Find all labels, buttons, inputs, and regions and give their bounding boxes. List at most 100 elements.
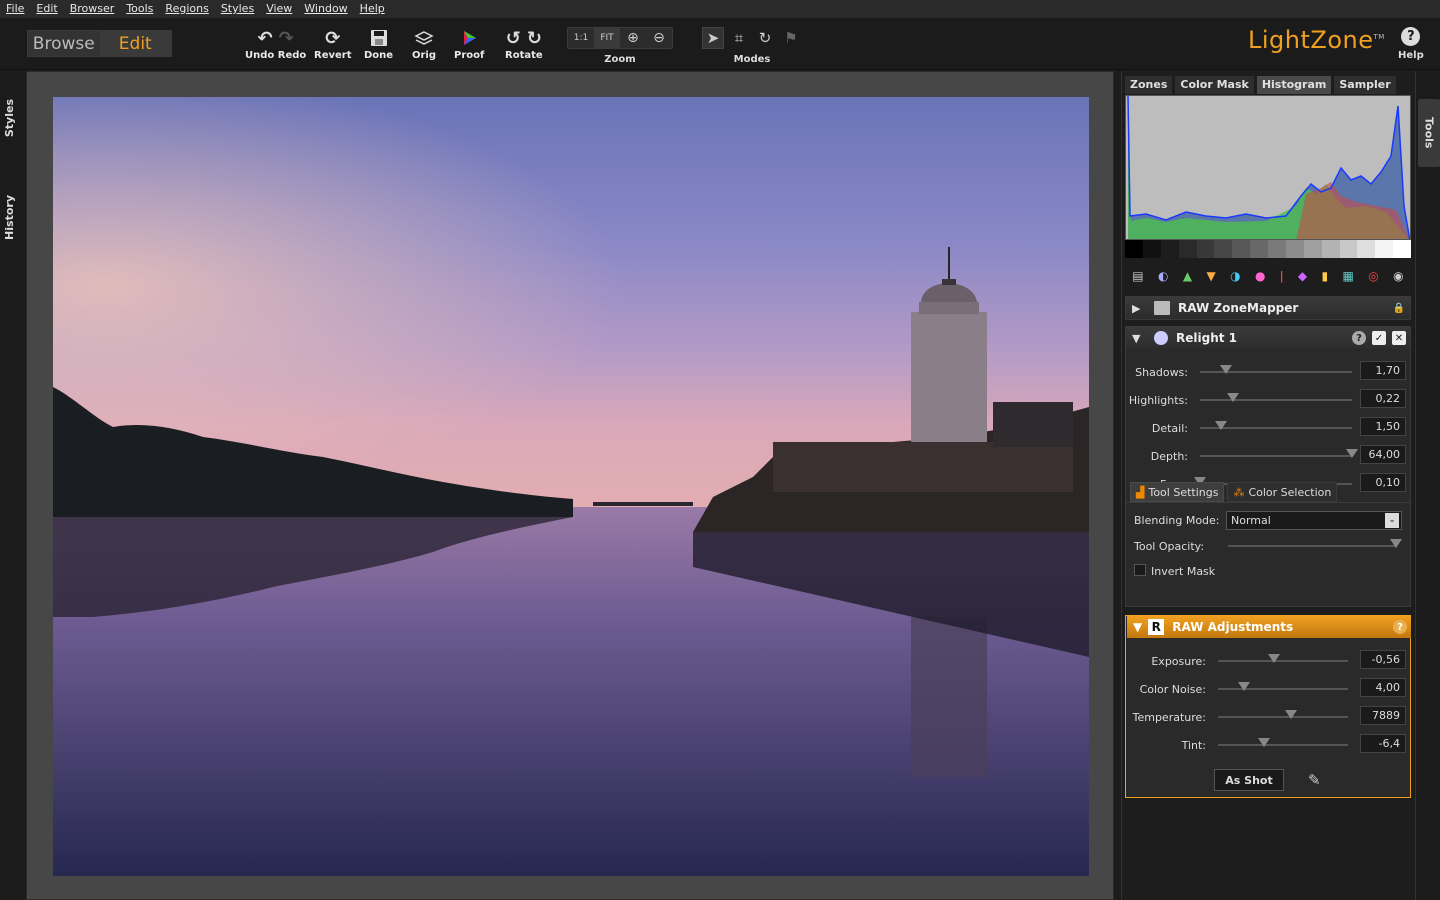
- slider-track[interactable]: [1218, 660, 1348, 662]
- channel-mixer-tool-icon[interactable]: ◆: [1298, 269, 1307, 283]
- lock-icon[interactable]: 🔒: [1392, 301, 1406, 315]
- color-tool-icon[interactable]: ◑: [1230, 269, 1240, 283]
- slider-value-field[interactable]: 0,10: [1360, 473, 1406, 492]
- arrow-icon[interactable]: ➤: [702, 27, 724, 49]
- slider-thumb[interactable]: [1215, 421, 1228, 430]
- slider-track[interactable]: [1218, 716, 1348, 718]
- raw-adjustments-title: RAW Adjustments: [1172, 620, 1294, 634]
- raw-adjustments-header[interactable]: ▼ R RAW Adjustments ?: [1127, 616, 1411, 638]
- tab-color-selection[interactable]: ⁂ Color Selection: [1227, 482, 1338, 502]
- slider-thumb[interactable]: [1238, 682, 1250, 691]
- expand-icon[interactable]: ▶: [1132, 302, 1148, 315]
- rotate-right-icon[interactable]: ↻: [527, 28, 542, 49]
- menu-file[interactable]: File: [0, 0, 30, 18]
- rotate-mode-icon[interactable]: ↻: [754, 27, 776, 49]
- blending-mode-select[interactable]: Normal ⌄: [1226, 511, 1402, 530]
- slider-value-field[interactable]: 1,50: [1360, 417, 1406, 436]
- done-button[interactable]: Done: [364, 26, 393, 61]
- slider-thumb[interactable]: [1346, 449, 1358, 458]
- tool-help-icon[interactable]: ?: [1352, 331, 1366, 345]
- slider-value-field[interactable]: -6,4: [1360, 734, 1406, 753]
- slider-label: Exposure:: [1151, 655, 1206, 668]
- collapse-icon[interactable]: ▼: [1132, 332, 1148, 345]
- crop-icon[interactable]: ⌗: [728, 27, 750, 49]
- color-balance-tool-icon[interactable]: ●: [1255, 269, 1265, 283]
- proof-button[interactable]: Proof: [454, 26, 484, 61]
- slider-track[interactable]: [1218, 744, 1348, 746]
- orig-button[interactable]: Orig: [412, 26, 436, 61]
- slider-value-field[interactable]: -0,56: [1360, 650, 1406, 669]
- menu-help[interactable]: Help: [354, 0, 391, 18]
- rotate-left-icon[interactable]: ↺: [506, 28, 521, 49]
- enable-checkbox-icon[interactable]: ✓: [1372, 331, 1386, 345]
- slider-value-field[interactable]: 64,00: [1360, 445, 1406, 464]
- zoom-fit-button[interactable]: FIT: [594, 28, 620, 48]
- lightzone-logo: LightZoneTM: [1248, 26, 1385, 54]
- edit-mode-button[interactable]: Edit: [99, 31, 171, 56]
- orig-label: Orig: [412, 50, 437, 61]
- slider-thumb[interactable]: [1284, 710, 1297, 719]
- tab-tools[interactable]: Tools: [1418, 99, 1440, 167]
- delete-tool-icon[interactable]: ✕: [1392, 331, 1406, 345]
- menu-view[interactable]: View: [260, 0, 298, 18]
- slider-thumb[interactable]: [1227, 393, 1240, 402]
- slider-value-field[interactable]: 1,70: [1360, 361, 1406, 380]
- menu-window[interactable]: Window: [298, 0, 353, 18]
- tab-zones[interactable]: Zones: [1125, 76, 1173, 94]
- chevron-down-icon: ⌄: [1385, 513, 1399, 528]
- tab-styles[interactable]: Styles: [3, 99, 16, 137]
- opacity-track[interactable]: [1228, 545, 1396, 547]
- slider-thumb[interactable]: [1257, 738, 1270, 747]
- invert-mask-checkbox[interactable]: [1134, 564, 1146, 576]
- raw-icon: R: [1148, 619, 1165, 635]
- help-button[interactable]: ? Help: [1398, 27, 1424, 61]
- blur-tool-icon[interactable]: ▼: [1206, 269, 1215, 283]
- menu-tools[interactable]: Tools: [120, 0, 159, 18]
- menu-edit[interactable]: Edit: [30, 0, 63, 18]
- slider-value-field[interactable]: 7889: [1360, 706, 1406, 725]
- redo-icon[interactable]: ↷: [279, 28, 294, 49]
- tab-sampler[interactable]: Sampler: [1334, 76, 1396, 94]
- as-shot-button[interactable]: As Shot: [1214, 769, 1284, 791]
- menu-browser[interactable]: Browser: [64, 0, 121, 18]
- slider-value-field[interactable]: 0,22: [1360, 389, 1406, 408]
- slider-label: Temperature:: [1132, 711, 1206, 724]
- redeye-tool-icon[interactable]: ◎: [1368, 269, 1378, 283]
- sharpen-tool-icon[interactable]: ▲: [1183, 269, 1192, 283]
- tool-help-icon[interactable]: ?: [1393, 620, 1407, 634]
- zoom-1to1-button[interactable]: 1:1: [568, 28, 594, 48]
- relight-header[interactable]: ▼ Relight 1 ? ✓ ✕: [1126, 327, 1410, 349]
- clone-tool-icon[interactable]: ◉: [1393, 269, 1403, 283]
- image-canvas[interactable]: [26, 71, 1114, 900]
- slider-label: Highlights:: [1128, 394, 1188, 407]
- zonemapper-header[interactable]: ▶ RAW ZoneMapper 🔒: [1126, 297, 1410, 319]
- tools-panel: Zones Color Mask Histogram Sampler ▤ ◐ ▲…: [1121, 71, 1414, 900]
- tab-histogram[interactable]: Histogram: [1256, 76, 1332, 94]
- color-selection-icon: ⁂: [1233, 485, 1245, 499]
- hue-tool-icon[interactable]: ▮: [1322, 269, 1329, 283]
- revert-button[interactable]: ⟳ Revert: [314, 26, 352, 62]
- menu-styles[interactable]: Styles: [215, 0, 260, 18]
- zoom-in-icon[interactable]: ⊕: [620, 28, 646, 48]
- tab-tool-settings[interactable]: ▟ Tool Settings: [1130, 482, 1225, 502]
- slider-thumb[interactable]: [1267, 654, 1280, 663]
- tab-color-mask[interactable]: Color Mask: [1175, 76, 1254, 94]
- zoom-out-icon[interactable]: ⊖: [646, 28, 672, 48]
- slider-track[interactable]: [1200, 399, 1352, 401]
- slider-track[interactable]: [1200, 455, 1352, 457]
- slider-value-field[interactable]: 4,00: [1360, 678, 1406, 697]
- collapse-icon[interactable]: ▼: [1133, 620, 1142, 634]
- region-icon[interactable]: ⚑: [780, 27, 802, 49]
- undo-icon[interactable]: ↶: [258, 28, 273, 49]
- relight-tool-icon[interactable]: ◐: [1158, 269, 1168, 283]
- browse-mode-button[interactable]: Browse: [28, 31, 100, 56]
- tab-history[interactable]: History: [3, 195, 16, 240]
- menu-regions[interactable]: Regions: [159, 0, 214, 18]
- eyedropper-icon[interactable]: ✎: [1308, 771, 1321, 789]
- slider-thumb[interactable]: [1219, 365, 1232, 374]
- noise-tool-icon[interactable]: ▦: [1343, 269, 1354, 283]
- temperature-tool-icon[interactable]: ǀ: [1280, 269, 1284, 283]
- slider-row: Shadows: 1,70: [1126, 357, 1410, 385]
- opacity-thumb[interactable]: [1390, 539, 1402, 548]
- zonemapper-tool-icon[interactable]: ▤: [1132, 269, 1143, 283]
